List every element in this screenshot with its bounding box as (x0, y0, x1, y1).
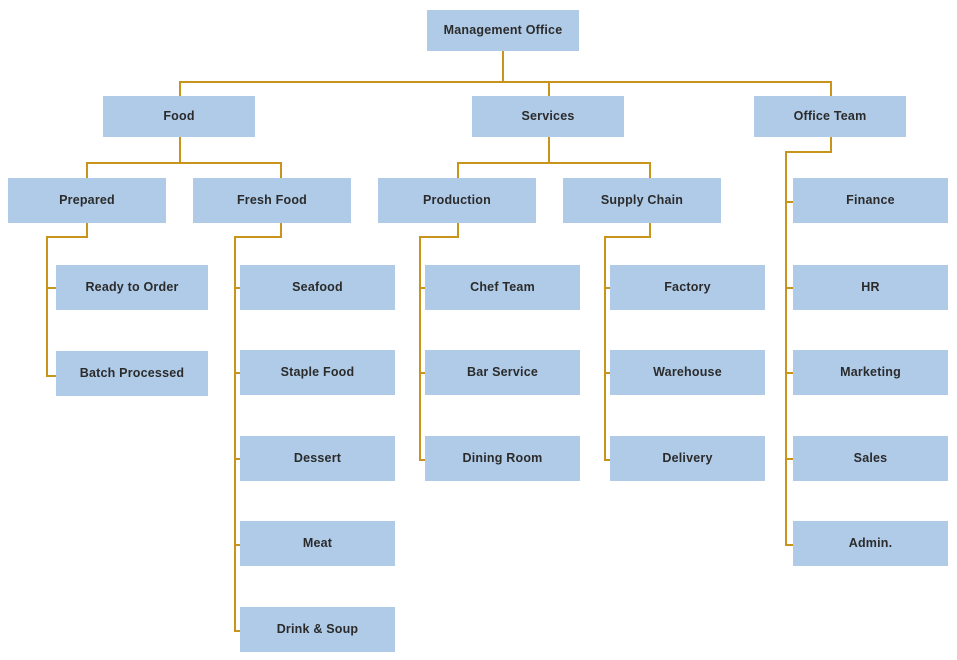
connector-prepared-stem (86, 223, 88, 236)
node-seafood[interactable]: Seafood (240, 265, 395, 310)
node-hr[interactable]: HR (793, 265, 948, 310)
node-ready-to-order[interactable]: Ready to Order (56, 265, 208, 310)
node-label: Office Team (793, 108, 867, 123)
node-production[interactable]: Production (378, 178, 536, 223)
connector-production-stem (457, 223, 459, 236)
node-label: Drink & Soup (276, 621, 359, 636)
node-management-office[interactable]: Management Office (427, 10, 579, 51)
connector-root-bus (179, 81, 831, 83)
node-prepared[interactable]: Prepared (8, 178, 166, 223)
connector-prepared-elbow (46, 236, 88, 238)
node-label: Dining Room (462, 450, 543, 465)
connector-production-spine (419, 236, 421, 461)
node-services[interactable]: Services (472, 96, 624, 137)
connector-office-team-spine (785, 151, 787, 546)
connector-production-elbow (419, 236, 459, 238)
connector-drop-fresh-food (280, 162, 282, 178)
connector-services-bus (457, 162, 651, 164)
node-food[interactable]: Food (103, 96, 255, 137)
connector-drop-services (548, 81, 550, 96)
node-label: Meat (302, 535, 333, 550)
node-dessert[interactable]: Dessert (240, 436, 395, 481)
connector-fresh-food-spine (234, 236, 236, 632)
node-finance[interactable]: Finance (793, 178, 948, 223)
node-dining-room[interactable]: Dining Room (425, 436, 580, 481)
node-label: Marketing (840, 364, 901, 379)
node-label: Staple Food (280, 364, 355, 379)
node-label: Bar Service (467, 364, 538, 379)
connector-fresh-food-stem (280, 223, 282, 236)
connector-prepared-spine (46, 236, 48, 377)
connector-drop-food (179, 81, 181, 96)
node-label: Production (423, 192, 491, 207)
node-label: Services (521, 108, 575, 123)
node-staple-food[interactable]: Staple Food (240, 350, 395, 395)
node-label: Warehouse (653, 364, 722, 379)
org-chart-canvas: Management Office Food Services Office T… (0, 0, 957, 660)
connector-fresh-food-elbow (234, 236, 282, 238)
node-label: Food (163, 108, 195, 123)
connector-root-stem (502, 51, 504, 81)
node-warehouse[interactable]: Warehouse (610, 350, 765, 395)
connector-drop-prepared (86, 162, 88, 178)
node-factory[interactable]: Factory (610, 265, 765, 310)
connector-drop-office-team (830, 81, 832, 96)
node-admin[interactable]: Admin. (793, 521, 948, 566)
node-label: Ready to Order (85, 279, 179, 294)
node-label: Chef Team (470, 279, 535, 294)
node-label: Finance (846, 192, 895, 207)
node-label: Delivery (662, 450, 713, 465)
node-label: Seafood (292, 279, 343, 294)
connector-drop-supply-chain (649, 162, 651, 178)
connector-office-team-stem (830, 137, 832, 151)
node-sales[interactable]: Sales (793, 436, 948, 481)
node-label: Fresh Food (236, 192, 308, 207)
node-meat[interactable]: Meat (240, 521, 395, 566)
node-delivery[interactable]: Delivery (610, 436, 765, 481)
connector-supply-chain-elbow (604, 236, 651, 238)
node-label: Admin. (848, 535, 893, 550)
node-supply-chain[interactable]: Supply Chain (563, 178, 721, 223)
connector-supply-chain-spine (604, 236, 606, 461)
connector-prepared-stub-batch-processed (46, 375, 56, 377)
node-label: Dessert (293, 450, 342, 465)
node-office-team[interactable]: Office Team (754, 96, 906, 137)
connector-prepared-stub-ready-to-order (46, 287, 56, 289)
node-label: Batch Processed (79, 365, 185, 380)
node-chef-team[interactable]: Chef Team (425, 265, 580, 310)
node-label: Prepared (59, 192, 115, 207)
connector-food-bus (86, 162, 282, 164)
node-label: Supply Chain (600, 192, 684, 207)
node-fresh-food[interactable]: Fresh Food (193, 178, 351, 223)
node-marketing[interactable]: Marketing (793, 350, 948, 395)
connector-food-stem (179, 137, 181, 162)
connector-services-stem (548, 137, 550, 162)
node-label: HR (861, 279, 880, 294)
node-bar-service[interactable]: Bar Service (425, 350, 580, 395)
node-label: Sales (853, 450, 888, 465)
node-batch-processed[interactable]: Batch Processed (56, 351, 208, 396)
connector-supply-chain-stem (649, 223, 651, 236)
connector-drop-production (457, 162, 459, 178)
node-drink-and-soup[interactable]: Drink & Soup (240, 607, 395, 652)
connector-office-team-elbow (785, 151, 832, 153)
node-label: Factory (664, 279, 711, 294)
node-label: Management Office (443, 22, 563, 37)
